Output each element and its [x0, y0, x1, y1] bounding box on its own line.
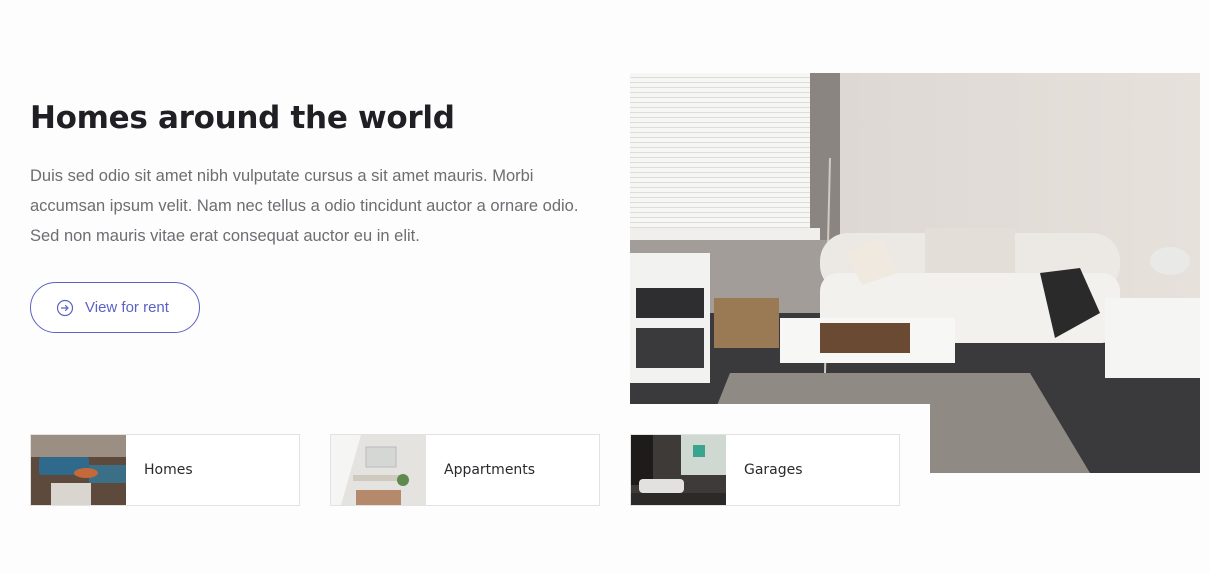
category-card-garages[interactable]: Garages	[630, 434, 900, 506]
category-label: Garages	[744, 462, 803, 478]
section-title: Homes around the world	[30, 100, 455, 136]
homes-thumbnail	[31, 435, 126, 505]
category-card-appartments[interactable]: Appartments	[330, 434, 600, 506]
section-description: Duis sed odio sit amet nibh vulputate cu…	[30, 167, 579, 245]
category-card-homes[interactable]: Homes	[30, 434, 300, 506]
view-for-rent-button[interactable]: View for rent	[30, 282, 200, 333]
apartments-thumbnail	[331, 435, 426, 505]
category-label: Appartments	[444, 462, 536, 478]
view-for-rent-label: View for rent	[85, 299, 169, 316]
category-label: Homes	[144, 462, 193, 478]
arrow-circle-right-icon	[56, 299, 74, 317]
garages-thumbnail	[631, 435, 726, 505]
